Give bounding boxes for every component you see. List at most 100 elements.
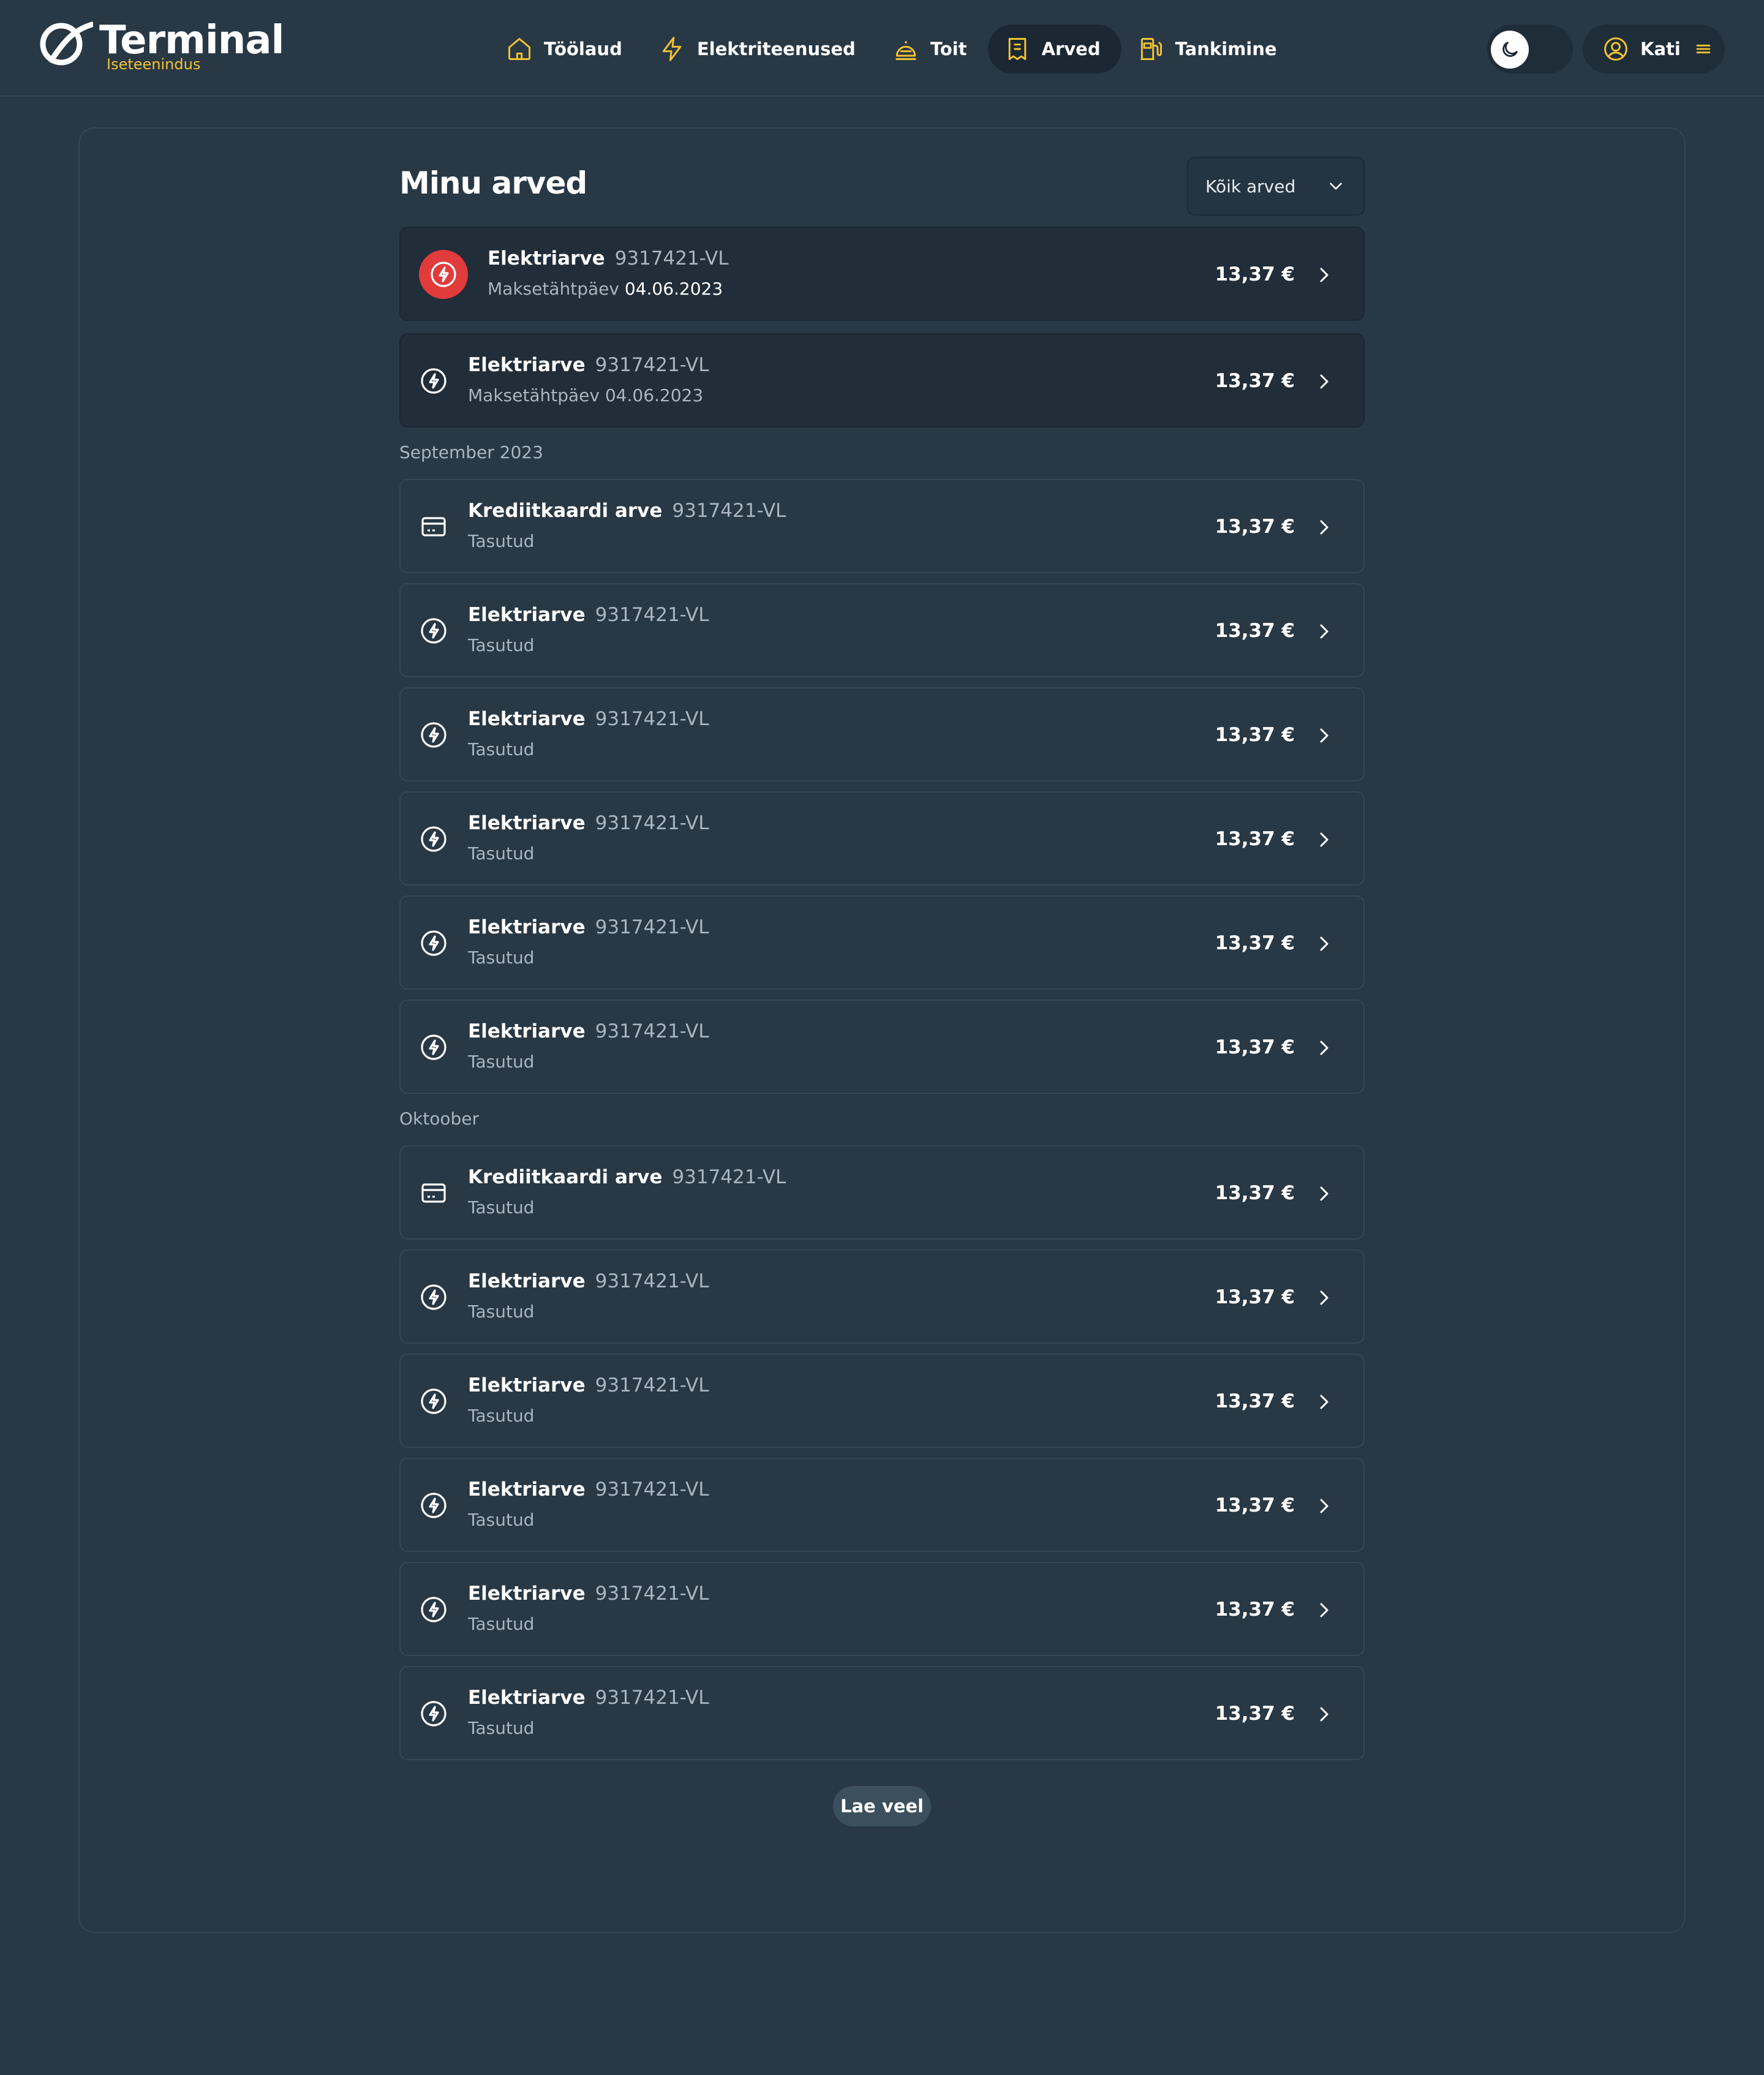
invoice-title: Elektriarve 9317421-VL [468, 1477, 709, 1502]
invoice-row[interactable]: Elektriarve 9317421-VL Tasutud 13,37 € [399, 1000, 1365, 1094]
invoice-row[interactable]: Elektriarve 9317421-VL Tasutud 13,37 € [399, 1354, 1365, 1448]
nav-item-tankimine[interactable]: Tankimine [1121, 24, 1298, 73]
invoice-row[interactable]: Elektriarve 9317421-VL Tasutud 13,37 € [399, 583, 1365, 677]
lightning-circle-icon [421, 1493, 447, 1518]
invoice-amount: 13,37 € [1215, 1286, 1295, 1308]
invoice-amount: 13,37 € [1215, 1599, 1295, 1621]
invoice-amount: 13,37 € [1215, 370, 1295, 392]
invoice-name: Elektriarve [468, 812, 586, 834]
overdue-lightning-icon [419, 250, 468, 299]
chevron-right-icon [1320, 1041, 1329, 1055]
invoice-row[interactable]: Elektriarve 9317421-VL Tasutud 13,37 € [399, 895, 1365, 990]
lightning-circle-icon [421, 826, 447, 852]
chevron-right-icon [1320, 624, 1329, 639]
invoice-title: Elektriarve 9317421-VL [468, 707, 709, 731]
invoice-row[interactable]: Krediitkaardi arve 9317421-VL Tasutud 13,… [399, 479, 1365, 573]
page-title: Minu arved [399, 165, 587, 201]
invoice-title: Elektriarve 9317421-VL [468, 1685, 709, 1710]
terminal-logo[interactable]: Terminal Iseteenindus [38, 17, 284, 76]
hamburger-menu-icon [1696, 44, 1711, 54]
group-label-oktoober: Oktoober [399, 1109, 480, 1129]
chevron-right-icon [1320, 1186, 1329, 1201]
lightning-circle-icon [421, 1034, 447, 1060]
nav-item-toit[interactable]: Toit [876, 24, 988, 73]
invoice-title: Elektriarve 9317421-VL [468, 1269, 709, 1294]
group-label-september: September 2023 [399, 442, 543, 462]
food-bell-icon [895, 41, 916, 60]
invoice-title: Elektriarve 9317421-VL [468, 1019, 709, 1044]
credit-card-icon [421, 1183, 446, 1203]
due-invoice-row[interactable]: Elektriarve 9317421-VL Maksetähtpäev 04.0… [399, 227, 1365, 321]
invoice-amount: 13,37 € [1215, 932, 1295, 954]
due-date: 04.06.2023 [605, 385, 704, 405]
lightning-circle-icon [421, 722, 447, 748]
invoice-row[interactable]: Elektriarve 9317421-VL Tasutud 13,37 € [399, 1666, 1365, 1760]
lightning-circle-icon [421, 1284, 447, 1310]
lightning-circle-icon [421, 1701, 447, 1727]
receipt-icon [1008, 38, 1026, 60]
nav-item-label: Töölaud [544, 39, 622, 59]
lightning-circle-icon [421, 368, 447, 394]
invoice-number: 9317421-VL [672, 500, 786, 522]
invoice-number: 9317421-VL [595, 916, 709, 938]
nav-item-elektriteenused[interactable]: Elektriteenused [643, 24, 876, 73]
load-more-button[interactable]: Lae veel [833, 1786, 931, 1826]
lightning-icon [662, 37, 682, 61]
invoice-row[interactable]: Elektriarve 9317421-VL Tasutud 13,37 € [399, 791, 1365, 886]
title-row: Minu arved Kõik arved [399, 157, 1365, 216]
chevron-right-icon [1320, 1290, 1329, 1305]
invoice-title: Elektriarve 9317421-VL [468, 353, 709, 377]
chevron-down-icon [1330, 183, 1342, 190]
logo-subtitle: Iseteenindus [107, 56, 201, 73]
invoice-row[interactable]: Elektriarve 9317421-VL Tasutud 13,37 € [399, 1458, 1365, 1552]
invoice-name: Krediitkaardi arve [468, 1166, 663, 1188]
invoice-row[interactable]: Elektriarve 9317421-VL Tasutud 13,37 € [399, 687, 1365, 781]
logo-mark-icon [40, 21, 93, 66]
invoice-status: Tasutud [468, 635, 535, 655]
chevron-right-icon [1320, 374, 1329, 389]
chevron-right-icon [1320, 832, 1329, 847]
invoice-name: Elektriarve [468, 1374, 586, 1396]
invoice-row[interactable]: Krediitkaardi arve 9317421-VL Tasutud 13,… [399, 1145, 1365, 1240]
invoice-name: Elektriarve [488, 247, 605, 269]
invoice-number: 9317421-VL [595, 1020, 709, 1042]
nav-item-arved[interactable]: Arved [987, 24, 1121, 73]
invoice-number: 9317421-VL [595, 1374, 709, 1396]
chevron-right-icon [1320, 728, 1329, 743]
nav-item-toolaud[interactable]: Töölaud [490, 24, 643, 73]
invoice-name: Elektriarve [468, 1583, 586, 1605]
invoice-amount: 13,37 € [1215, 1390, 1295, 1412]
invoice-title: Elektriarve 9317421-VL [468, 603, 709, 627]
theme-toggle[interactable] [1487, 24, 1573, 73]
invoice-name: Elektriarve [468, 1020, 586, 1042]
invoice-name: Elektriarve [468, 916, 586, 938]
fuel-pump-icon [1140, 38, 1162, 60]
invoice-row[interactable]: Elektriarve 9317421-VL Tasutud 13,37 € [399, 1562, 1365, 1656]
invoice-status: Maksetähtpäev 04.06.2023 [488, 278, 723, 300]
due-invoice-row[interactable]: Elektriarve 9317421-VL Maksetähtpäev 04.0… [399, 333, 1365, 427]
nav-item-label: Toit [930, 39, 967, 59]
invoice-name: Elektriarve [468, 1270, 586, 1292]
invoice-row[interactable]: Elektriarve 9317421-VL Tasutud 13,37 € [399, 1249, 1365, 1344]
filter-selected-value: Kõik arved [1205, 176, 1296, 197]
lightning-circle-icon [421, 1597, 447, 1622]
lightning-circle-icon [421, 1388, 447, 1414]
invoice-amount: 13,37 € [1215, 724, 1295, 746]
lightning-circle-icon [421, 930, 447, 956]
invoice-title: Elektriarve 9317421-VL [468, 811, 709, 835]
invoice-name: Elektriarve [468, 354, 586, 376]
credit-card-icon [421, 517, 446, 537]
user-menu-button[interactable]: Kati [1583, 24, 1725, 73]
due-label: Maksetähtpäev [468, 385, 600, 405]
invoice-amount: 13,37 € [1215, 620, 1295, 642]
invoice-amount: 13,37 € [1215, 1494, 1295, 1516]
chevron-right-icon [1320, 1499, 1329, 1513]
invoice-status: Tasutud [468, 1718, 535, 1738]
invoice-title: Elektriarve 9317421-VL [488, 246, 729, 271]
invoice-name: Elektriarve [468, 708, 586, 730]
chevron-right-icon [1320, 936, 1329, 951]
invoice-filter-dropdown[interactable]: Kõik arved [1187, 157, 1365, 216]
invoice-amount: 13,37 € [1215, 828, 1295, 850]
top-header: Terminal Iseteenindus Töölaud Elektritee… [0, 0, 1764, 97]
lightning-circle-icon [421, 618, 447, 644]
